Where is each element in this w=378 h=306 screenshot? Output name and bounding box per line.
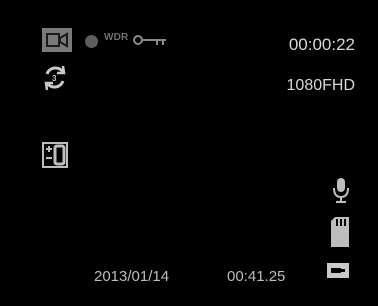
wdr-label: WDR xyxy=(104,32,129,43)
recording-timer: 00:00:22 xyxy=(288,35,355,54)
record-dot-icon xyxy=(85,35,98,48)
video-camera-icon xyxy=(42,28,72,52)
dashcam-screen: WDR 3 00:00:22 1080FHD 2013/01/14 00:41.… xyxy=(0,0,378,306)
exposure-icon xyxy=(42,142,68,168)
loop-recording-icon: 3 xyxy=(44,65,66,91)
resolution-label: 1080FHD xyxy=(286,77,355,94)
key-icon xyxy=(133,35,166,45)
svg-text:3: 3 xyxy=(52,74,57,83)
time-label: 00:41.25 xyxy=(227,268,286,285)
microphone-icon xyxy=(333,178,349,203)
date-label: 2013/01/14 xyxy=(94,268,170,285)
sd-card-icon xyxy=(331,217,349,247)
battery-icon xyxy=(327,263,349,278)
